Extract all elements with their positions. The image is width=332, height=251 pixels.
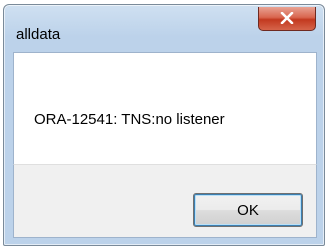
ok-button[interactable]: OK	[193, 193, 303, 227]
message-area: ORA-12541: TNS:no listener	[13, 52, 317, 164]
error-dialog: alldata ORA-12541: TNS:no listener OK	[3, 4, 325, 246]
title-bar[interactable]: alldata	[4, 5, 324, 45]
button-area: OK	[13, 164, 317, 238]
error-message: ORA-12541: TNS:no listener	[34, 111, 225, 128]
close-icon	[280, 12, 294, 24]
window-title: alldata	[16, 26, 61, 43]
close-button[interactable]	[258, 7, 316, 31]
